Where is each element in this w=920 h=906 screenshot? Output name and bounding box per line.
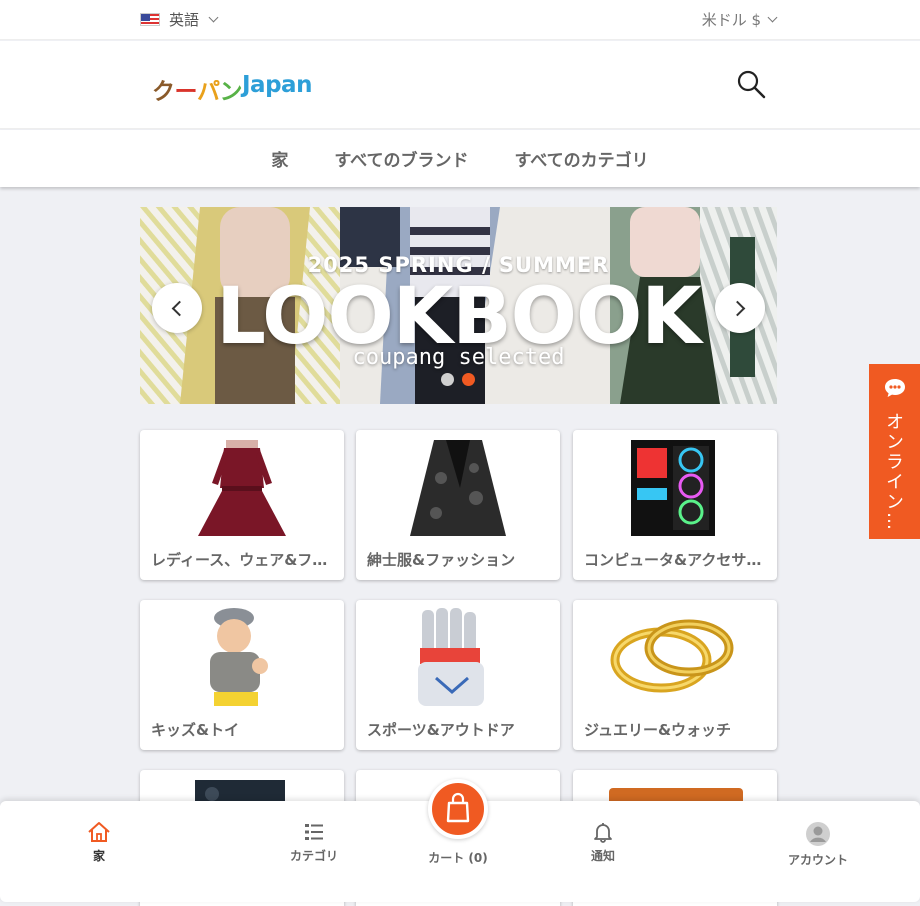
category-label: 紳士服&ファッション — [367, 551, 516, 569]
language-label: 英語 — [169, 11, 200, 29]
logo-part: Japan — [242, 72, 312, 98]
category-card-sports[interactable]: スポーツ&アウトドア — [356, 600, 560, 750]
currency-selector[interactable]: 米ドル $ — [701, 9, 778, 30]
category-label: キッズ&トイ — [151, 721, 240, 739]
category-card-womens[interactable]: レディース、ウェア&ファッション — [140, 430, 344, 580]
tab-home[interactable]: 家 — [84, 821, 114, 864]
baby-with-hat-image — [210, 608, 268, 706]
avatar-icon — [806, 822, 830, 846]
list-icon — [305, 824, 323, 840]
cart-label[interactable]: カート (0) — [408, 849, 508, 866]
banner-prev-button[interactable] — [152, 283, 202, 333]
gaming-pc-tower-image — [631, 440, 715, 536]
tab-category[interactable]: カテゴリ — [283, 821, 345, 864]
black-paisley-blazer-image — [410, 440, 506, 536]
category-label: レディース、ウェア&ファッション — [151, 551, 335, 569]
language-selector[interactable]: 英語 — [140, 9, 219, 30]
chevron-down-icon — [767, 12, 778, 23]
currency-label: 米ドル $ — [701, 11, 761, 29]
tab-notifications[interactable]: 通知 — [588, 821, 618, 864]
gold-rings-image — [610, 619, 734, 693]
tab-category-label: カテゴリ — [289, 849, 338, 863]
nav-home[interactable]: 家 — [271, 146, 288, 171]
search-icon[interactable] — [736, 69, 766, 99]
logo[interactable]: ク ー パ ン Japan — [152, 72, 312, 106]
chat-bubble-icon — [885, 379, 905, 397]
banner-pagination — [441, 373, 475, 386]
category-label: コンピュータ&アクセサリー — [584, 551, 768, 569]
tab-notifications-label: 通知 — [590, 849, 615, 863]
category-label: ジュエリー&ウォッチ — [584, 721, 732, 739]
tab-home-label: 家 — [92, 849, 105, 863]
bottom-tab-bar: 家 カテゴリ カート (0) 通知 アカウント — [0, 779, 920, 902]
logo-part: パ — [197, 79, 220, 105]
tab-account-label: アカウント — [787, 853, 848, 867]
tab-account[interactable]: アカウント — [785, 821, 851, 868]
slide-dot-active[interactable] — [462, 373, 475, 386]
category-card-computers[interactable]: コンピュータ&アクセサリー — [573, 430, 777, 580]
banner-tagline: coupang selected — [352, 345, 565, 370]
cricket-gloves-image — [418, 608, 484, 706]
chat-label: オンライン… — [883, 412, 904, 532]
header: ク ー パ ン Japan — [0, 41, 920, 129]
category-label: スポーツ&アウトドア — [367, 721, 515, 739]
nav-all-brands[interactable]: すべてのブランド — [334, 146, 468, 171]
chevron-down-icon — [208, 12, 219, 23]
cart-button[interactable] — [428, 779, 488, 839]
category-card-jewelry[interactable]: ジュエリー&ウォッチ — [573, 600, 777, 750]
logo-part: ー — [174, 79, 198, 105]
nav-all-categories[interactable]: すべてのカテゴリ — [515, 146, 649, 171]
logo-part: ン — [219, 79, 243, 105]
red-lace-dress-image — [198, 440, 286, 536]
slide-dot[interactable] — [441, 373, 454, 386]
category-card-mens[interactable]: 紳士服&ファッション — [356, 430, 560, 580]
category-card-kids[interactable]: キッズ&トイ — [140, 600, 344, 750]
top-bar: 英語 米ドル $ — [0, 0, 920, 40]
logo-part: ク — [152, 79, 175, 105]
main-nav: 家 すべてのブランド すべてのカテゴリ — [0, 130, 920, 187]
online-chat-button[interactable]: オンライン… — [869, 364, 920, 539]
bell-icon — [594, 823, 612, 843]
us-flag-icon — [140, 13, 160, 26]
hero-banner[interactable]: 2025 SPRING / SUMMER LOOKBOOK coupang se… — [140, 207, 777, 404]
shopping-bag-icon — [446, 792, 470, 823]
banner-next-button[interactable] — [715, 283, 765, 333]
home-icon — [88, 822, 110, 842]
